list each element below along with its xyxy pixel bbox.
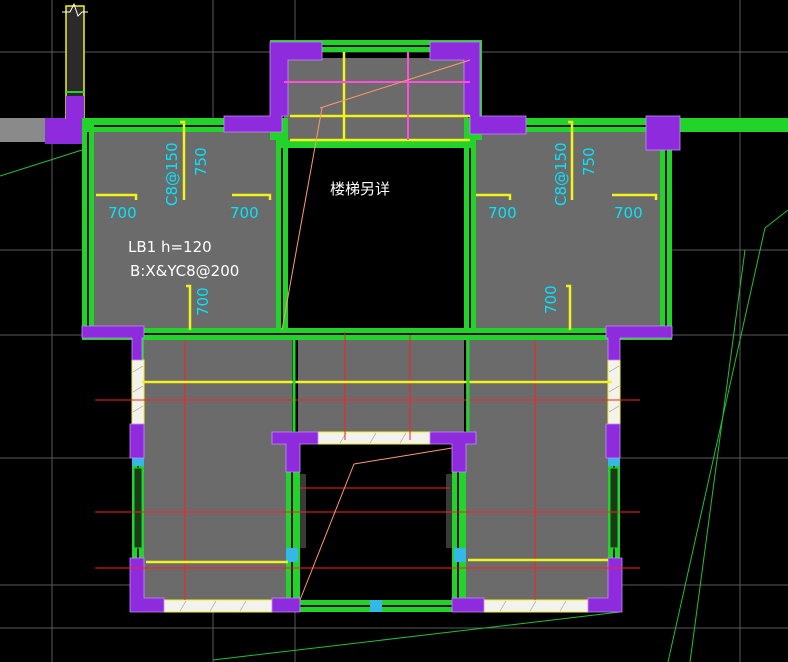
right-rebar-spec: C8@150	[552, 142, 570, 206]
lift-void	[300, 448, 452, 606]
left-dim-b: 700	[230, 204, 259, 222]
right-dim-c: 700	[542, 285, 560, 314]
left-dim-a: 700	[108, 204, 137, 222]
right-wall-stub	[680, 118, 788, 132]
right-dim-b: 700	[614, 204, 643, 222]
floor-plan-drawing: 楼梯另详 LB1 h=120 B:X&YC8@200 C8@150 750 70…	[0, 0, 788, 662]
right-rebar-length: 750	[580, 147, 598, 176]
right-dim-a: 700	[488, 204, 517, 222]
left-rebar-spec: C8@150	[163, 142, 181, 206]
left-dim-c: 700	[194, 287, 212, 316]
stair-note-label: 楼梯另详	[330, 180, 390, 198]
stair-void	[288, 148, 466, 328]
left-rebar-length: 750	[192, 147, 210, 176]
slab-name-label: LB1 h=120	[128, 238, 212, 256]
slab-rebar-label: B:X&YC8@200	[130, 262, 239, 280]
